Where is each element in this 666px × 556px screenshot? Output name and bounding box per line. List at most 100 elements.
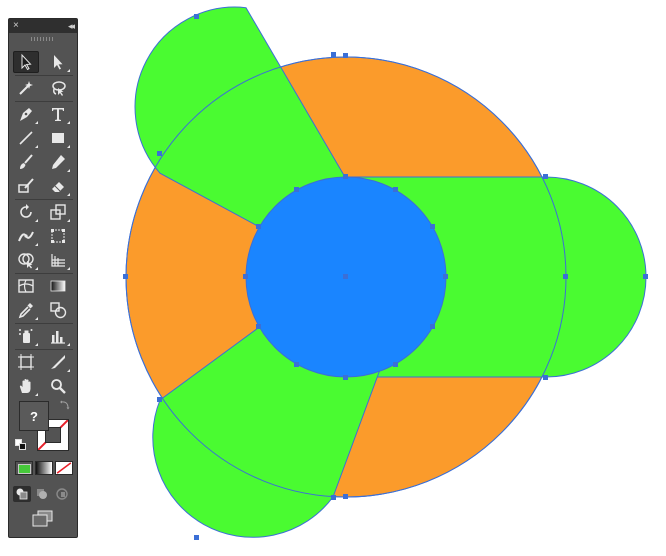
hand-tool[interactable] — [13, 375, 39, 397]
anchor-point — [343, 494, 348, 499]
direct-selection-tool[interactable] — [45, 51, 71, 73]
anchor-point — [256, 224, 261, 229]
default-colors-icon[interactable] — [15, 439, 27, 451]
screen-mode-icon — [32, 510, 53, 527]
lasso-tool[interactable] — [45, 77, 71, 99]
rectangle-tool[interactable] — [45, 127, 71, 149]
artboard-icon — [18, 354, 34, 370]
flyout-corner — [67, 193, 70, 196]
anchor-point — [157, 151, 162, 156]
magic-wand-tool[interactable] — [13, 77, 39, 99]
swap-fill-stroke-icon[interactable] — [59, 399, 71, 411]
type-tool[interactable] — [45, 103, 71, 125]
draw-normal-button[interactable] — [13, 486, 31, 502]
anchor-point — [243, 274, 248, 279]
gradient-mode-button[interactable] — [35, 461, 53, 475]
panel-grip[interactable] — [31, 37, 55, 41]
rectangle-icon — [52, 133, 64, 143]
flyout-corner — [67, 369, 70, 372]
eyedropper-tool[interactable] — [13, 299, 39, 321]
perspective-grid-icon — [51, 254, 65, 267]
anchor-point — [430, 324, 435, 329]
anchor-point — [294, 187, 299, 192]
anchor-point — [343, 274, 348, 279]
column-graph-tool[interactable] — [45, 325, 71, 347]
divider — [15, 349, 73, 350]
hand-icon — [19, 379, 31, 393]
shape-builder-tool[interactable] — [13, 249, 39, 271]
line-icon — [19, 131, 33, 145]
gradient-tool[interactable] — [45, 275, 71, 297]
draw-inside-button[interactable] — [53, 486, 71, 502]
arrow-icon — [21, 53, 32, 71]
rotate-tool[interactable] — [13, 201, 39, 223]
none-mode-button[interactable] — [55, 461, 73, 475]
flyout-corner — [35, 317, 38, 320]
shape-builder-icon — [18, 253, 34, 269]
eraser-tool[interactable] — [45, 175, 71, 197]
screen-mode-button[interactable] — [30, 509, 56, 529]
draw-behind-button[interactable] — [33, 486, 51, 502]
flyout-corner — [35, 145, 38, 148]
flyout-corner — [35, 393, 38, 396]
zoom-icon — [51, 379, 66, 394]
anchor-point — [393, 362, 398, 367]
type-icon — [52, 108, 64, 121]
artboard-canvas[interactable] — [0, 0, 666, 556]
anchor-point — [123, 274, 128, 279]
draw-inside-icon — [56, 488, 68, 500]
close-icon[interactable]: × — [13, 19, 19, 33]
flyout-corner — [67, 145, 70, 148]
column-graph-icon — [51, 331, 65, 344]
eraser-icon — [52, 182, 64, 192]
width-icon — [18, 231, 34, 242]
scale-icon — [50, 204, 66, 220]
white-arrow-icon — [54, 55, 63, 70]
symbol-sprayer-tool[interactable] — [13, 325, 39, 347]
color-mode-button[interactable] — [15, 461, 33, 475]
flyout-corner — [35, 343, 38, 346]
rotate-icon — [20, 204, 32, 218]
selection-tool[interactable] — [13, 51, 39, 73]
anchor-point — [343, 53, 348, 58]
scale-tool[interactable] — [45, 201, 71, 223]
draw-normal-icon — [16, 488, 28, 500]
slice-tool[interactable] — [45, 351, 71, 373]
blend-tool[interactable] — [45, 299, 71, 321]
draw-behind-icon — [37, 489, 47, 499]
slice-icon — [51, 355, 65, 369]
paintbrush-tool[interactable] — [13, 151, 39, 173]
line-segment-tool[interactable] — [13, 127, 39, 149]
divider — [15, 273, 73, 274]
anchor-point — [430, 224, 435, 229]
tools-panel-header[interactable]: × ◂◂ — [9, 19, 77, 33]
artboard-tool[interactable] — [13, 351, 39, 373]
anchor-point — [343, 174, 348, 179]
lasso-icon — [52, 81, 66, 96]
blob-brush-icon — [18, 178, 34, 193]
pen-tool[interactable] — [13, 103, 39, 125]
mesh-icon — [18, 279, 34, 293]
flyout-corner — [35, 219, 38, 222]
pencil-icon — [52, 155, 65, 169]
free-transform-icon — [51, 229, 65, 243]
anchor-point — [343, 375, 348, 380]
anchor-point — [331, 52, 336, 57]
fill-swatch[interactable]: ? — [19, 401, 49, 431]
anchor-point — [256, 324, 261, 329]
magic-wand-icon — [19, 81, 33, 95]
default-stroke-square — [19, 443, 26, 450]
mesh-tool[interactable] — [13, 275, 39, 297]
flyout-corner — [67, 169, 70, 172]
pencil-tool[interactable] — [45, 151, 71, 173]
anchor-point — [331, 495, 336, 500]
collapse-icon[interactable]: ◂◂ — [68, 19, 75, 33]
anchor-point — [643, 274, 648, 279]
free-transform-tool[interactable] — [45, 225, 71, 247]
fill-unknown-label: ? — [30, 408, 38, 424]
blob-brush-tool[interactable] — [13, 175, 39, 197]
zoom-tool[interactable] — [45, 375, 71, 397]
anchor-point — [443, 274, 448, 279]
width-tool[interactable] — [13, 225, 39, 247]
perspective-grid-tool[interactable] — [45, 249, 71, 271]
